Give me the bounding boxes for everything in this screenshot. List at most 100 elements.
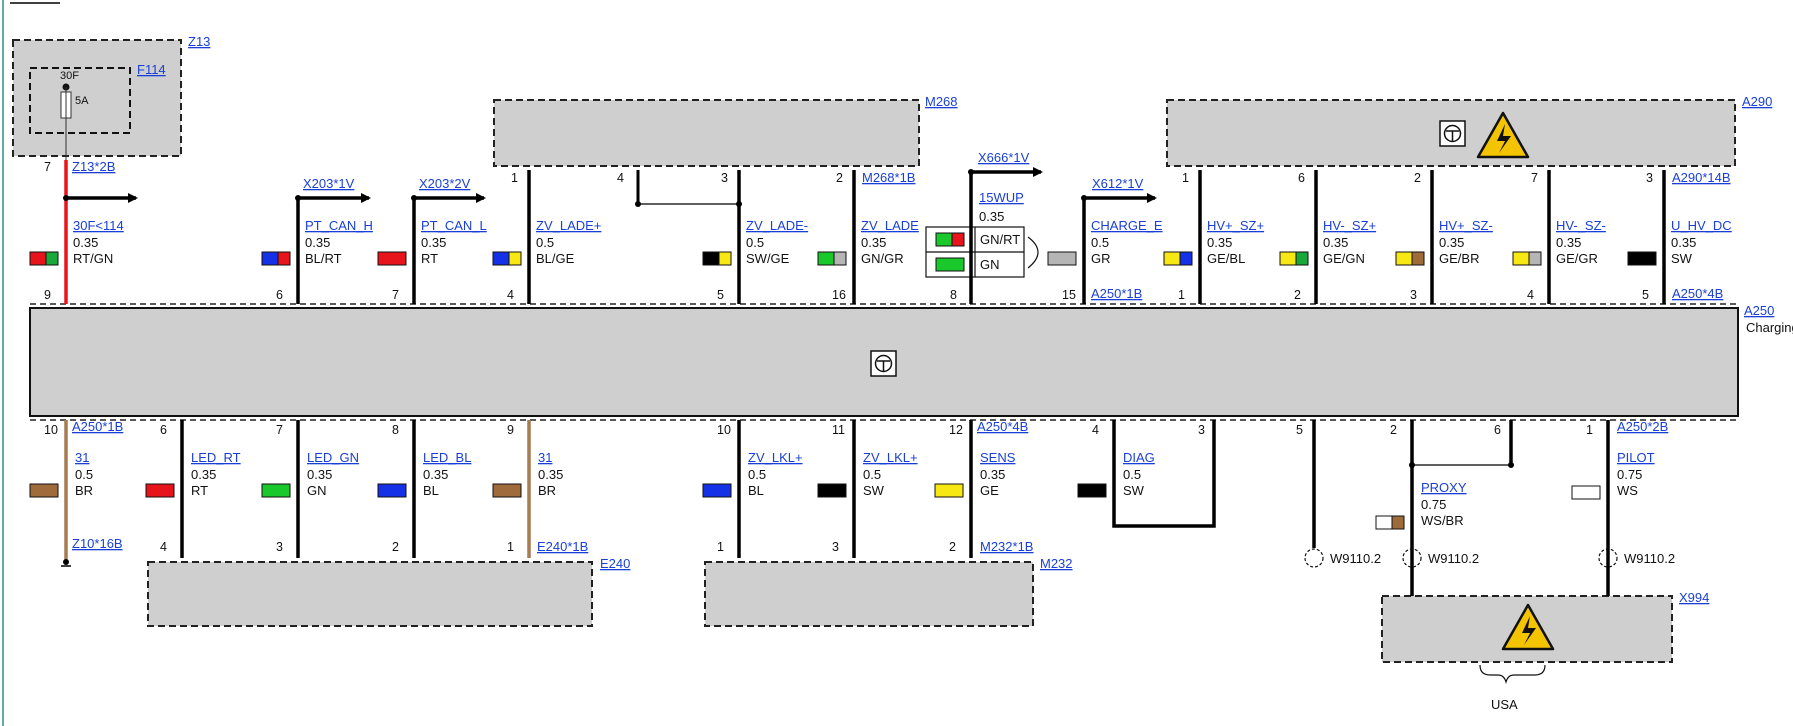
wire-w30f-signal[interactable]: 30F<114 [73, 218, 124, 233]
x994-usa-brace [1479, 664, 1546, 685]
wire-wcanh-color: BL/RT [305, 251, 342, 266]
wire-bledrt-top-pin: 6 [160, 423, 167, 437]
wire-whv4-signal[interactable]: HV-_SZ- [1556, 218, 1606, 233]
wire-whv1-size: 0.35 [1207, 235, 1232, 250]
x666-1v-label[interactable]: X666*1V [978, 150, 1030, 165]
wire-bledgn-signal[interactable]: LED_GN [307, 450, 359, 465]
wire-wlade1-swatch-stripe [508, 251, 522, 266]
proxy-pin-6: 6 [1494, 423, 1501, 437]
wire-b31b-size: 0.35 [538, 467, 563, 482]
wire-bledbl-color: BL [423, 483, 439, 498]
wire-wlade2-color: SW/GE [746, 251, 790, 266]
wire-blkl2-top-pin: 11 [832, 423, 845, 437]
wire-whvdc-top-pin: 3 [1646, 171, 1653, 185]
a250-top-conn-4b[interactable]: A250*4B [1672, 286, 1723, 301]
z13-pin: 7 [44, 160, 51, 174]
wire-bledbl-signal[interactable]: LED_BL [423, 450, 471, 465]
z10-connector[interactable]: Z10*16B [72, 536, 123, 551]
wire-bledbl-size: 0.35 [423, 467, 448, 482]
component-z13[interactable] [12, 39, 182, 157]
wire-blkl2-bottom-pin: 3 [832, 540, 839, 554]
x994-note: USA [1491, 697, 1518, 712]
wire-wlade3-signal[interactable]: ZV_LADE [861, 218, 919, 233]
wire-bdiag-signal[interactable]: DIAG [1123, 450, 1155, 465]
wire-bproxy-swatch-stripe [1391, 515, 1405, 530]
wire-wcanh-signal[interactable]: PT_CAN_H [305, 218, 373, 233]
wiring-diagram: Z13 F114 30F 5A 7 Z13*2B M268 M268*1B 4 … [2, 0, 1793, 726]
a290-connector[interactable]: A290*14B [1672, 170, 1731, 185]
component-m232[interactable] [704, 561, 1034, 627]
wire-b31a-swatch [29, 483, 59, 498]
e240-label[interactable]: E240 [600, 556, 630, 571]
e240-connector[interactable]: E240*1B [537, 539, 588, 554]
wire-wlade1-bottom-pin: 4 [507, 288, 514, 302]
wire-bledrt-swatch [145, 483, 175, 498]
wire-bledgn-top-pin: 7 [276, 423, 283, 437]
wire-blkl2-swatch [817, 483, 847, 498]
m268-label[interactable]: M268 [925, 94, 958, 109]
a250-bottom-conn-2b[interactable]: A250*2B [1617, 419, 1668, 434]
wire-bpilot-signal[interactable]: PILOT [1617, 450, 1655, 465]
wire-whv1-top-pin: 1 [1182, 171, 1189, 185]
wire-whv2-top-pin: 6 [1298, 171, 1305, 185]
x994-label[interactable]: X994 [1679, 590, 1709, 605]
wire-bpilot-size: 0.75 [1617, 467, 1642, 482]
component-m268[interactable] [493, 99, 920, 167]
wire-wcharge-signal[interactable]: CHARGE_E [1091, 218, 1163, 233]
wire-wcharge-swatch [1047, 251, 1077, 266]
wire-whv3-signal[interactable]: HV+_SZ- [1439, 218, 1493, 233]
a290-label[interactable]: A290 [1742, 94, 1772, 109]
wire-bproxy-color: WS/BR [1421, 513, 1464, 528]
wire-bledgn-bottom-pin: 3 [276, 540, 283, 554]
wire-wlade1-size: 0.5 [536, 235, 554, 250]
wire-wcanl-size: 0.35 [421, 235, 446, 250]
wire-whv2-signal[interactable]: HV-_SZ+ [1323, 218, 1376, 233]
wire-wcanh-size: 0.35 [305, 235, 330, 250]
wire-bledrt-signal[interactable]: LED_RT [191, 450, 241, 465]
wire-b31a-size: 0.5 [75, 467, 93, 482]
wire-blkl1-top-pin: 10 [717, 423, 731, 437]
component-e240[interactable] [147, 561, 593, 627]
m268-connector[interactable]: M268*1B [862, 170, 915, 185]
wire-wcanl-signal[interactable]: PT_CAN_L [421, 218, 487, 233]
wire-whv4-color: GE/GR [1556, 251, 1598, 266]
a250-bottom-conn-1b[interactable]: A250*1B [72, 419, 123, 434]
wire-wlade2-signal[interactable]: ZV_LADE- [746, 218, 808, 233]
x203-2v-label[interactable]: X203*2V [419, 176, 471, 191]
a250-bottom-conn-4b[interactable]: A250*4B [977, 419, 1028, 434]
wire-blkl2-signal[interactable]: ZV_LKL+ [863, 450, 918, 465]
wire-w30f-bottom-pin: 9 [44, 288, 51, 302]
z13-connector[interactable]: Z13*2B [72, 159, 115, 174]
wire-b31b-signal[interactable]: 31 [538, 450, 552, 465]
ground-shield-0 [1304, 548, 1324, 568]
wire-whvdc-signal[interactable]: U_HV_DC [1671, 218, 1732, 233]
wire-blkl1-signal[interactable]: ZV_LKL+ [748, 450, 803, 465]
wire-wlade3-swatch-stripe [833, 251, 847, 266]
z13-label[interactable]: Z13 [188, 34, 210, 49]
wup-bottom-pin: 8 [950, 288, 957, 302]
wire-bledbl-swatch [377, 483, 407, 498]
wire-wcanh-bottom-pin: 6 [276, 288, 283, 302]
wire-bproxy-signal[interactable]: PROXY [1421, 480, 1467, 495]
wire-whv4-top-pin: 7 [1531, 171, 1538, 185]
x612-1v-label[interactable]: X612*1V [1092, 176, 1144, 191]
wup-signal-name[interactable]: 15WUP [979, 190, 1024, 205]
m232-label[interactable]: M232 [1040, 556, 1073, 571]
wire-b31b-bottom-pin: 1 [507, 540, 514, 554]
wire-bsens-signal[interactable]: SENS [980, 450, 1016, 465]
ground-label-0: W9110.2 [1330, 551, 1381, 566]
x203-1v-label[interactable]: X203*1V [303, 176, 355, 191]
wire-whv1-signal[interactable]: HV+_SZ+ [1207, 218, 1264, 233]
a250-label[interactable]: A250 [1744, 303, 1774, 318]
wire-whv3-color: GE/BR [1439, 251, 1479, 266]
f114-label[interactable]: F114 [137, 62, 166, 77]
wire-b31a-signal[interactable]: 31 [75, 450, 89, 465]
wire-blkl1-swatch [702, 483, 732, 498]
a250-top-conn-1b[interactable]: A250*1B [1091, 286, 1142, 301]
wire-wlade2-bottom-pin: 5 [717, 288, 724, 302]
m232-connector[interactable]: M232*1B [980, 539, 1033, 554]
wire-bproxy-size: 0.75 [1421, 497, 1446, 512]
wire-wlade1-signal[interactable]: ZV_LADE+ [536, 218, 601, 233]
proxy-splice-a [1409, 462, 1415, 468]
wire-wlade2-size: 0.5 [746, 235, 764, 250]
